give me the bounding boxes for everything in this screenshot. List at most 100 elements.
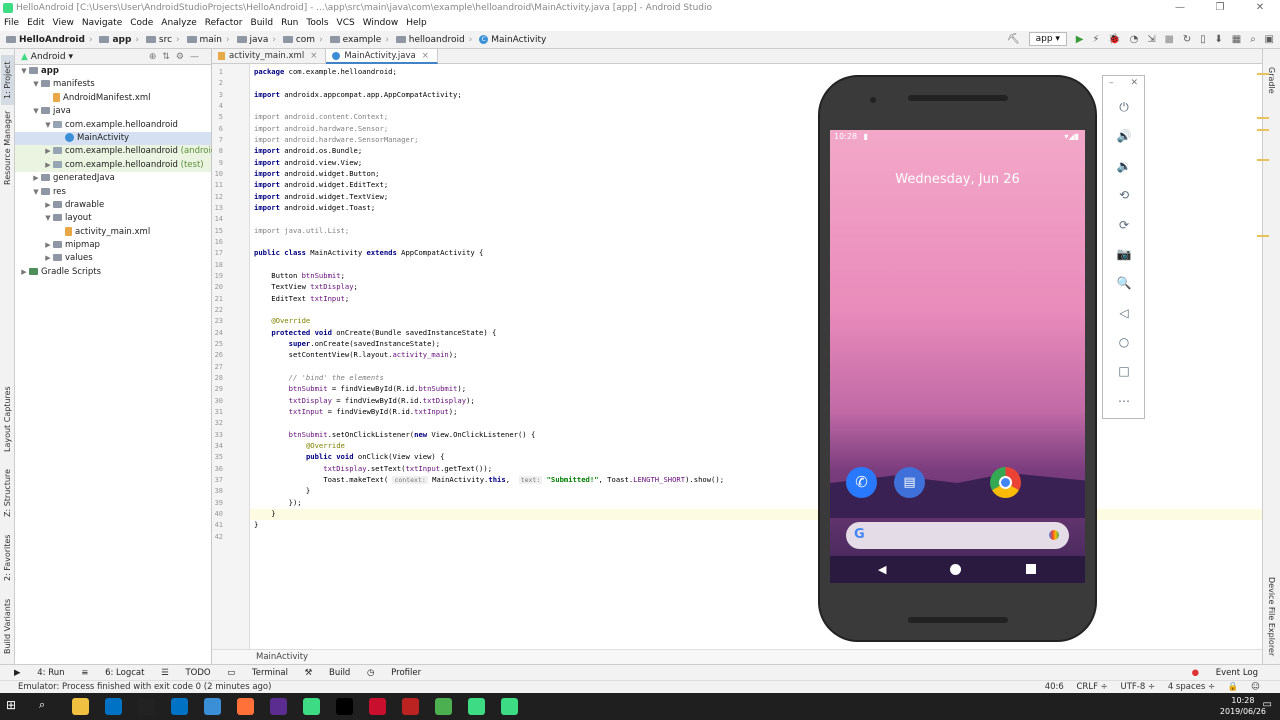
- breadcrumb-mainactivity[interactable]: C MainActivity: [479, 31, 546, 49]
- code-line[interactable]: package com.example.helloandroid;: [254, 67, 397, 76]
- file-encoding[interactable]: UTF-8 ÷: [1121, 682, 1156, 692]
- chevron-down-icon[interactable]: ▼: [31, 78, 41, 91]
- taskbar-app-icon[interactable]: [72, 698, 89, 715]
- run-icon[interactable]: ▶: [1076, 34, 1084, 45]
- tree-item[interactable]: ▼ manifests: [15, 78, 211, 91]
- tree-item[interactable]: ▶ com.example.helloandroid (androidTest): [15, 145, 236, 159]
- gear-icon[interactable]: ⚙: [176, 52, 190, 62]
- run-configuration-select[interactable]: app ▾: [1028, 32, 1067, 46]
- menu-run[interactable]: Run: [277, 18, 302, 28]
- zoom-icon[interactable]: 🔍: [1113, 272, 1135, 294]
- back-nav-icon[interactable]: ◀: [878, 563, 886, 576]
- tab-resource-manager[interactable]: Resource Manager: [1, 111, 14, 185]
- code-line[interactable]: public void onClick(View view) {: [254, 452, 444, 461]
- notification-icon[interactable]: ▭: [1263, 699, 1272, 710]
- stop-icon[interactable]: ■: [1164, 34, 1173, 45]
- tree-item[interactable]: ▶ mipmap: [15, 239, 211, 252]
- breadcrumb-project[interactable]: HelloAndroid: [6, 31, 85, 49]
- chevron-right-icon[interactable]: ▶: [43, 239, 53, 252]
- split-icon[interactable]: ▣: [1265, 34, 1274, 45]
- menu-edit[interactable]: Edit: [23, 18, 48, 28]
- code-line[interactable]: import android.os.Bundle;: [254, 146, 362, 155]
- menu-vcs[interactable]: VCS: [333, 18, 359, 28]
- code-line[interactable]: btnSubmit = findViewById(R.id.btnSubmit)…: [254, 384, 466, 393]
- hide-icon[interactable]: —: [190, 52, 205, 62]
- code-line[interactable]: TextView txtDisplay;: [254, 282, 358, 291]
- code-line[interactable]: import android.view.View;: [254, 158, 362, 167]
- tab-terminal[interactable]: ▭ Terminal: [227, 668, 288, 678]
- code-line[interactable]: import android.content.Context;: [254, 112, 388, 121]
- code-line[interactable]: import android.widget.EditText;: [254, 180, 388, 189]
- home-date-widget[interactable]: Wednesday, Jun 26: [830, 172, 1085, 187]
- chevron-down-icon[interactable]: ▼: [43, 119, 53, 132]
- code-line[interactable]: }: [254, 520, 258, 529]
- taskbar-app-icon[interactable]: [204, 698, 221, 715]
- status-message[interactable]: Emulator: Process finished with exit cod…: [18, 682, 271, 692]
- tab-activity-main-xml[interactable]: activity_main.xml ×: [212, 49, 327, 64]
- sdk-manager-icon[interactable]: ⬇: [1214, 34, 1222, 45]
- emulator-screen[interactable]: 10:28 ▮ ▾◢▮ Wednesday, Jun 26 ✆ ▤ G ◀: [830, 130, 1085, 583]
- rotate-left-icon[interactable]: ⟲: [1113, 184, 1135, 206]
- back-icon[interactable]: ◁: [1113, 302, 1135, 324]
- taskbar-app-icon[interactable]: [336, 698, 353, 715]
- locate-icon[interactable]: ⊕: [149, 52, 163, 62]
- taskbar-app-icon[interactable]: [435, 698, 452, 715]
- tree-item[interactable]: ▼ layout: [15, 212, 211, 225]
- code-line[interactable]: @Override: [254, 316, 310, 325]
- screenshot-icon[interactable]: 📷: [1113, 243, 1135, 265]
- tree-item[interactable]: ▼ app: [15, 65, 211, 78]
- assistant-icon[interactable]: [1049, 530, 1059, 540]
- rotate-right-icon[interactable]: ⟳: [1113, 214, 1135, 236]
- chevron-right-icon[interactable]: ▶: [19, 266, 29, 279]
- taskbar-app-icon[interactable]: [369, 698, 386, 715]
- chevron-right-icon[interactable]: ▶: [43, 252, 53, 265]
- tree-item[interactable]: ▶ com.example.helloandroid (test): [15, 158, 211, 173]
- breadcrumb-main[interactable]: main: [186, 31, 222, 49]
- make-project-icon[interactable]: ⛏: [1007, 34, 1020, 45]
- breadcrumb-java[interactable]: java: [236, 31, 268, 49]
- attach-debugger-icon[interactable]: ⇲: [1147, 34, 1155, 45]
- tree-item[interactable]: MainActivity: [15, 131, 211, 146]
- close-tab-icon[interactable]: ×: [310, 51, 317, 61]
- tab-project[interactable]: 1: Project: [1, 55, 14, 105]
- code-line[interactable]: import android.widget.Button;: [254, 169, 380, 178]
- code-line[interactable]: btnSubmit.setOnClickListener(new View.On…: [254, 430, 536, 439]
- taskbar-app-icon[interactable]: [468, 698, 485, 715]
- maximize-button[interactable]: ❐: [1200, 0, 1240, 16]
- menu-navigate[interactable]: Navigate: [78, 18, 126, 28]
- menu-view[interactable]: View: [49, 18, 78, 28]
- close-emulator-icon[interactable]: ✕: [1130, 78, 1138, 88]
- taskbar-app-icon[interactable]: [105, 698, 122, 715]
- avd-manager-icon[interactable]: ▯: [1200, 34, 1206, 45]
- code-line[interactable]: import android.hardware.Sensor;: [254, 124, 388, 133]
- messages-app-icon[interactable]: ▤: [894, 467, 925, 498]
- chevron-right-icon[interactable]: ▶: [43, 159, 53, 172]
- breadcrumb-example[interactable]: example: [329, 31, 381, 49]
- code-line[interactable]: import android.hardware.SensorManager;: [254, 135, 418, 144]
- code-line[interactable]: txtInput = findViewById(R.id.txtInput);: [254, 407, 458, 416]
- tree-item[interactable]: ▶ values: [15, 252, 211, 265]
- tab-favorites[interactable]: 2: Favorites: [1, 533, 14, 583]
- tab-mainactivity-java[interactable]: MainActivity.java ×: [326, 49, 438, 64]
- debug-icon[interactable]: 🐞: [1108, 34, 1120, 45]
- layout-inspector-icon[interactable]: ▦: [1232, 34, 1241, 45]
- tree-item[interactable]: ▼ java: [15, 105, 211, 118]
- chevron-down-icon[interactable]: ▼: [43, 212, 53, 225]
- menu-tools[interactable]: Tools: [302, 18, 332, 28]
- code-line[interactable]: });: [254, 498, 302, 507]
- volume-up-icon[interactable]: 🔊: [1113, 125, 1135, 147]
- tree-item[interactable]: AndroidManifest.xml: [15, 92, 211, 105]
- tab-layout-captures[interactable]: Layout Captures: [1, 384, 14, 454]
- apply-changes-icon[interactable]: ⚡: [1092, 34, 1099, 45]
- editor-breadcrumb[interactable]: MainActivity: [212, 649, 1262, 664]
- recents-nav-icon[interactable]: [1026, 564, 1036, 574]
- code-line[interactable]: import android.widget.TextView;: [254, 192, 388, 201]
- close-window-button[interactable]: ✕: [1240, 0, 1280, 16]
- code-line[interactable]: }: [254, 486, 310, 495]
- breadcrumb-com[interactable]: com: [282, 31, 315, 49]
- start-icon[interactable]: ⊞: [6, 698, 23, 715]
- code-line[interactable]: EditText txtInput;: [254, 294, 349, 303]
- sync-gradle-icon[interactable]: ↻: [1183, 34, 1191, 45]
- taskbar-app-icon[interactable]: [171, 698, 188, 715]
- menu-window[interactable]: Window: [359, 18, 403, 28]
